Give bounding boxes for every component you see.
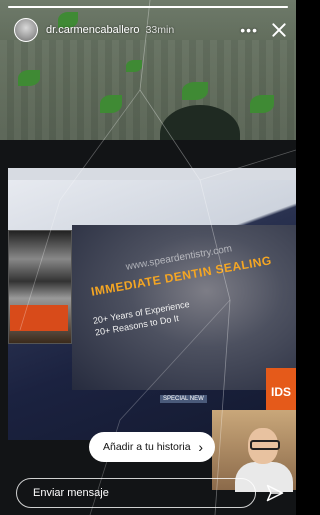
story-time: 33min [145,24,175,36]
book-band [10,305,68,331]
story-viewer[interactable]: www.speardentistry.com IMMEDIATE DENTIN … [0,0,296,515]
special-tag: SPECIAL NEW [160,395,207,403]
plant-leaf [250,95,274,113]
username[interactable]: dr.carmencaballero [46,24,140,36]
chevron-right-icon: › [198,439,203,455]
plant-leaf [18,70,40,86]
add-to-story-label: Añadir a tu historia [103,441,191,453]
story-header: dr.carmencaballero 33min ••• [14,16,288,44]
add-to-story-button[interactable]: Añadir a tu historia › [89,432,215,462]
send-paper-plane-icon[interactable] [265,483,285,503]
window-blind [0,40,296,145]
plant-leaf [182,82,208,100]
presenter-glasses [250,440,280,450]
more-dots-icon[interactable]: ••• [240,23,258,37]
send-message-input[interactable]: Enviar mensaje [16,478,256,508]
plant-leaf [100,95,122,113]
profile-avatar[interactable] [14,18,38,42]
story-progress-fill [8,6,288,8]
plant-leaf [126,60,142,72]
story-progress-bar [8,6,288,8]
message-placeholder: Enviar mensaje [33,487,109,499]
ids-badge: IDS [266,368,296,416]
close-icon[interactable] [270,21,288,39]
